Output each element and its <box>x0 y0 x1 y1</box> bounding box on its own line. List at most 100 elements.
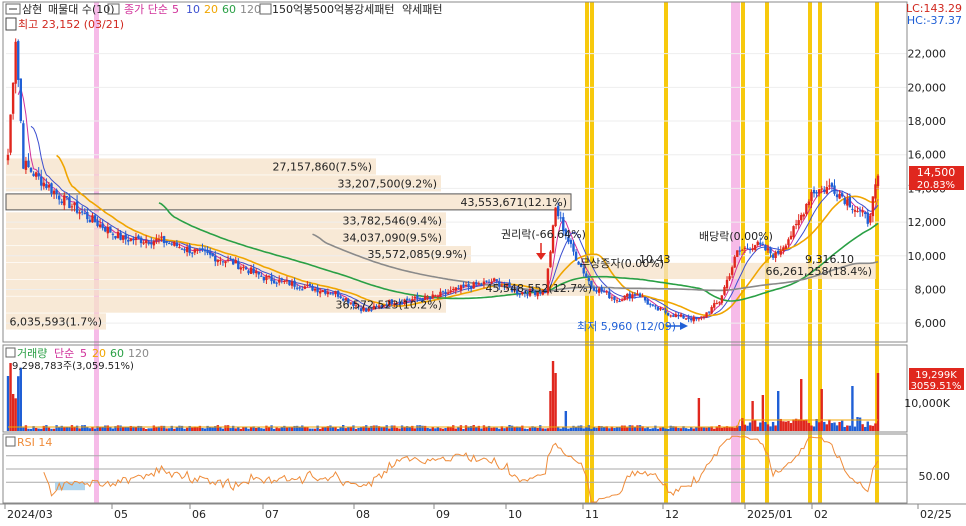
candle-body[interactable] <box>838 193 841 199</box>
candle-body[interactable] <box>615 300 619 302</box>
stock-chart[interactable]: 27,157,860(7.5%) 33,207,500(9.2%) 43,553,6… <box>0 0 966 526</box>
candle-body[interactable] <box>840 193 844 197</box>
candle-body[interactable] <box>34 172 38 177</box>
volume-bar[interactable] <box>27 428 30 431</box>
volume-bar[interactable] <box>24 425 28 431</box>
volume-bar[interactable] <box>17 376 20 431</box>
volume-bar[interactable] <box>365 425 368 431</box>
volume-bar[interactable] <box>730 427 734 431</box>
volume-bar[interactable] <box>649 428 652 431</box>
candle-body[interactable] <box>42 182 46 187</box>
volume-bar[interactable] <box>485 426 488 431</box>
volume-bar[interactable] <box>395 427 399 431</box>
candle-body[interactable] <box>81 211 84 213</box>
candle-body[interactable] <box>272 280 276 284</box>
candle-body[interactable] <box>812 189 816 194</box>
volume-bar[interactable] <box>692 428 695 431</box>
volume-bar[interactable] <box>106 425 109 431</box>
volume-bar[interactable] <box>144 428 148 431</box>
volume-bar[interactable] <box>431 427 434 431</box>
volume-bar[interactable] <box>439 428 442 431</box>
volume-bar[interactable] <box>707 427 711 431</box>
candle-body[interactable] <box>613 296 616 300</box>
candle-body[interactable] <box>666 312 670 316</box>
candle-body[interactable] <box>646 299 649 305</box>
volume-bar[interactable] <box>352 425 355 431</box>
volume-bar[interactable] <box>551 361 555 431</box>
candle-body[interactable] <box>697 318 701 320</box>
volume-bar[interactable] <box>728 427 731 431</box>
candle-body[interactable] <box>664 310 667 313</box>
volume-bar[interactable] <box>9 363 12 431</box>
volume-bar[interactable] <box>562 427 565 431</box>
candle-body[interactable] <box>226 259 230 261</box>
volume-bar[interactable] <box>329 425 332 431</box>
candle-body[interactable] <box>651 304 655 306</box>
volume-bar[interactable] <box>800 379 803 431</box>
candle-body[interactable] <box>326 292 330 295</box>
volume-bar[interactable] <box>856 417 859 431</box>
candle-body[interactable] <box>63 195 66 206</box>
volume-bar[interactable] <box>344 428 347 431</box>
candle-body[interactable] <box>851 208 854 210</box>
volume-bar[interactable] <box>528 427 532 431</box>
candle-body[interactable] <box>825 186 829 194</box>
volume-bar[interactable] <box>851 386 854 431</box>
candle-body[interactable] <box>318 291 322 294</box>
candle-body[interactable] <box>83 213 86 215</box>
candle-body[interactable] <box>764 245 767 251</box>
candle-body[interactable] <box>789 235 793 240</box>
candle-body[interactable] <box>109 226 112 233</box>
candle-body[interactable] <box>848 197 852 208</box>
candle-body[interactable] <box>144 240 148 244</box>
volume-bar[interactable] <box>73 426 76 431</box>
volume-bar[interactable] <box>134 426 138 431</box>
volume-bar[interactable] <box>748 422 752 431</box>
candle-body[interactable] <box>710 306 713 314</box>
volume-bar[interactable] <box>569 427 573 431</box>
candle-body[interactable] <box>464 284 468 286</box>
candle-body[interactable] <box>817 189 821 194</box>
volume-bar[interactable] <box>713 428 716 431</box>
candle-body[interactable] <box>692 316 695 322</box>
volume-bar[interactable] <box>587 425 591 431</box>
volume-bar[interactable] <box>183 428 186 431</box>
volume-bar[interactable] <box>480 428 483 431</box>
candle-body[interactable] <box>761 243 765 245</box>
volume-bar[interactable] <box>37 428 40 431</box>
volume-bar[interactable] <box>45 425 48 431</box>
candle-body[interactable] <box>858 210 862 212</box>
volume-bar[interactable] <box>659 427 662 431</box>
candle-body[interactable] <box>469 285 473 290</box>
candle-body[interactable] <box>65 196 69 198</box>
candle-body[interactable] <box>303 286 307 289</box>
volume-bar[interactable] <box>684 428 688 431</box>
candle-body[interactable] <box>777 250 780 254</box>
candle-body[interactable] <box>157 239 161 241</box>
candle-body[interactable] <box>794 224 798 226</box>
candle-body[interactable] <box>782 247 785 252</box>
candle-body[interactable] <box>828 185 831 187</box>
volume-bar[interactable] <box>298 427 301 431</box>
volume-bar[interactable] <box>203 428 207 431</box>
candle-body[interactable] <box>677 315 680 317</box>
volume-bar[interactable] <box>620 425 624 431</box>
candle-body[interactable] <box>324 289 327 294</box>
candle-body[interactable] <box>774 252 777 258</box>
volume-bar[interactable] <box>349 427 353 431</box>
candle-body[interactable] <box>191 252 194 254</box>
candle-body[interactable] <box>835 194 839 198</box>
candle-body[interactable] <box>769 247 772 254</box>
volume-bar[interactable] <box>413 428 417 431</box>
candle-body[interactable] <box>741 249 744 251</box>
volume-bar[interactable] <box>201 427 204 431</box>
volume-bar[interactable] <box>47 427 51 431</box>
candle-body[interactable] <box>96 220 99 227</box>
candle-body[interactable] <box>175 242 179 247</box>
volume-bar[interactable] <box>109 427 112 431</box>
candle-body[interactable] <box>715 302 718 304</box>
volume-bar[interactable] <box>216 425 220 431</box>
volume-bar[interactable] <box>301 425 304 431</box>
volume-bar[interactable] <box>792 419 795 431</box>
volume-bar[interactable] <box>111 428 115 431</box>
